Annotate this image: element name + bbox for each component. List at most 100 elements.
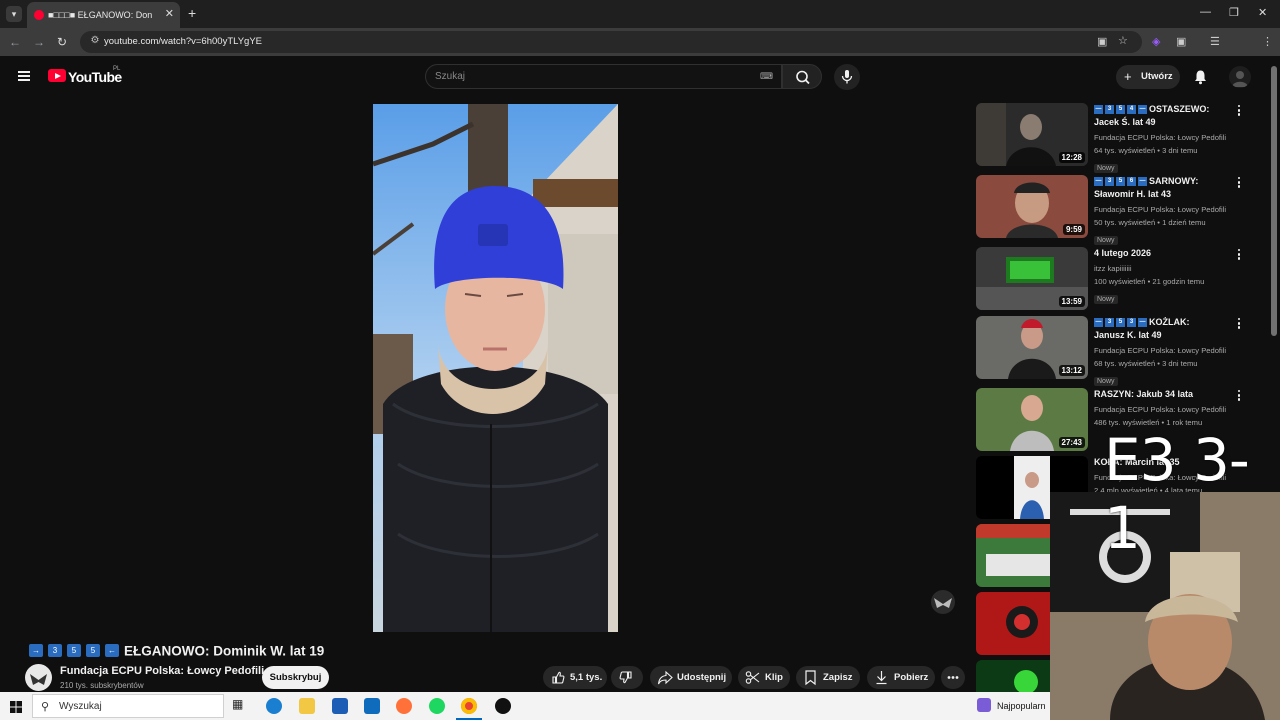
address-bar[interactable]: ⚙ youtube.com/watch?v=6h00yTLYgYE ▣ ☆ xyxy=(80,31,1142,53)
recommendation-channel[interactable]: Fundacja ECPU Polska: Łowcy Pedofili xyxy=(1094,403,1226,416)
taskbar-search-input[interactable]: ⚲ Wyszukaj xyxy=(32,694,224,718)
youtube-favicon-icon xyxy=(34,10,44,20)
youtube-logo-icon[interactable] xyxy=(48,69,66,82)
video-thumbnail[interactable] xyxy=(976,524,1050,587)
reload-icon[interactable]: ↻ xyxy=(57,35,67,49)
page-scrollbar[interactable] xyxy=(1271,66,1277,336)
title-emoji-box: → xyxy=(29,644,43,658)
voice-search-button[interactable] xyxy=(834,64,860,90)
install-app-icon[interactable]: ▣ xyxy=(1097,35,1107,48)
browser-tab-strip: ▾ ■□□□■ EŁGANOWO: Don ✕ + — ❐ ✕ xyxy=(0,0,1280,28)
create-button[interactable]: + Utwórz xyxy=(1116,65,1180,89)
score-overlay-text: E3 3-1 xyxy=(1104,426,1250,562)
video-thumbnail[interactable]: 9:59 xyxy=(976,175,1088,238)
browser-tab-active[interactable]: ■□□□■ EŁGANOWO: Don ✕ xyxy=(27,2,180,28)
dislike-button[interactable] xyxy=(611,666,643,689)
windows-start-icon[interactable] xyxy=(10,700,22,718)
download-button[interactable]: Pobierz xyxy=(867,666,935,689)
keyboard-icon[interactable]: ⌨ xyxy=(760,71,773,82)
video-thumbnail[interactable]: 27:43 xyxy=(976,388,1088,451)
spotify-icon[interactable] xyxy=(429,698,445,714)
channel-name[interactable]: Fundacja ECPU Polska: Łowcy Pedofili xyxy=(60,665,264,677)
tab-search-button[interactable]: ▾ xyxy=(6,6,22,22)
close-window-icon[interactable]: ✕ xyxy=(1258,6,1267,19)
recommendation-channel[interactable]: Fundacja ECPU Polska: Łowcy Pedofili xyxy=(1094,203,1226,216)
more-options-icon[interactable] xyxy=(1236,105,1242,119)
video-thumbnail[interactable]: 13:12 xyxy=(976,316,1088,379)
recommendation-views: 50 tys. wyświetleń • 1 dzień temu xyxy=(1094,218,1206,227)
search-input[interactable]: Szukaj ⌨ xyxy=(425,64,782,89)
like-button[interactable]: 5,1 tys. xyxy=(543,666,607,689)
recommendation-views: 64 tys. wyświetleń • 3 dni temu xyxy=(1094,146,1198,155)
minimize-icon[interactable]: — xyxy=(1200,6,1211,18)
widgets-icon[interactable] xyxy=(977,698,991,712)
recommendation-item[interactable]: 13:59 4 lutego 2026 itzz kapiiiiiii 100 … xyxy=(976,247,1246,311)
recommendation-item[interactable]: 12:28 —3 5 4— OSTASZEWO: Jacek Ś. lat 49 Fu… xyxy=(976,103,1246,173)
channel-avatar[interactable] xyxy=(25,664,52,691)
channel-watermark[interactable] xyxy=(931,590,955,614)
chrome-icon[interactable] xyxy=(461,698,477,714)
recommendation-item[interactable]: 13:12 —3 5 3— KOŻLAK: Janusz K. lat 49 Fund… xyxy=(976,316,1246,386)
recommendation-channel[interactable]: Fundacja ECPU Polska: Łowcy Pedofili xyxy=(1094,131,1226,144)
video-player[interactable] xyxy=(373,104,618,632)
obs-studio-icon[interactable] xyxy=(495,698,511,714)
file-explorer-icon[interactable] xyxy=(299,698,315,714)
more-options-icon[interactable] xyxy=(1236,390,1242,404)
tab-title: ■□□□■ EŁGANOWO: Don xyxy=(48,10,153,20)
restore-icon[interactable]: ❐ xyxy=(1229,6,1239,19)
edge-browser-icon[interactable] xyxy=(266,698,282,714)
microphone-icon xyxy=(841,70,853,84)
subscribe-button[interactable]: Subskrybuj xyxy=(262,666,329,689)
microsoft-store-icon[interactable] xyxy=(332,698,348,714)
video-thumbnail[interactable] xyxy=(976,592,1050,655)
video-thumbnail[interactable]: 12:28 xyxy=(976,103,1088,166)
extension-icon[interactable]: ◈ xyxy=(1152,35,1160,48)
firefox-icon[interactable] xyxy=(396,698,412,714)
recommendation-title[interactable]: 4 lutego 2026 xyxy=(1094,247,1222,260)
region-code: PL xyxy=(113,66,121,72)
outlook-icon[interactable] xyxy=(364,698,380,714)
subscriber-count: 210 tys. subskrybentów xyxy=(60,681,144,690)
new-badge: Nowy xyxy=(1094,377,1118,386)
taskbar-search-icon: ⚲ xyxy=(41,701,50,713)
share-button[interactable]: Udostępnij xyxy=(650,666,732,689)
more-options-icon[interactable] xyxy=(1236,318,1242,332)
windows-taskbar: ⚲ Wyszukaj ▦ Najpopularn xyxy=(0,692,1050,720)
video-thumbnail[interactable] xyxy=(976,660,1050,692)
more-options-icon[interactable] xyxy=(1236,249,1242,263)
more-options-icon[interactable] xyxy=(1236,177,1242,191)
save-button[interactable]: Zapisz xyxy=(796,666,860,689)
recommendation-channel[interactable]: itzz kapiiiiiii xyxy=(1094,262,1222,275)
save-label: Zapisz xyxy=(823,672,853,683)
back-icon[interactable]: ← xyxy=(9,35,21,49)
chrome-menu-icon[interactable]: ⋮ xyxy=(1262,35,1273,48)
recommendation-title[interactable]: RASZYN: Jakub 34 lata xyxy=(1094,388,1222,401)
search-button[interactable] xyxy=(782,64,822,89)
video-thumbnail[interactable]: 13:59 xyxy=(976,247,1088,310)
new-badge: Nowy xyxy=(1094,164,1118,173)
recommendation-channel[interactable]: Fundacja ECPU Polska: Łowcy Pedofili xyxy=(1094,344,1226,357)
taskbar-search-placeholder: Wyszukaj xyxy=(59,701,102,712)
notifications-bell-icon[interactable] xyxy=(1193,69,1208,85)
recommendation-item[interactable]: 9:59 —3 5 6— SARNOWY: Sławomir H. lat 43 Fu… xyxy=(976,175,1246,245)
new-tab-button[interactable]: + xyxy=(188,5,196,21)
clip-button[interactable]: Klip xyxy=(738,666,790,689)
browser-toolbar: ← → ↻ ⚙ youtube.com/watch?v=6h00yTLYgYE … xyxy=(0,28,1280,77)
bookmark-star-icon[interactable]: ☆ xyxy=(1118,34,1128,47)
site-info-icon[interactable]: ⚙ xyxy=(88,35,102,49)
title-emoji-box: 5 xyxy=(67,644,81,658)
task-view-icon[interactable]: ▦ xyxy=(232,697,248,713)
youtube-header: YouTube PL Szukaj ⌨ + Utwórz xyxy=(0,56,1280,98)
menu-icon[interactable] xyxy=(18,71,30,81)
forward-icon[interactable]: → xyxy=(33,35,45,49)
news-widget-text[interactable]: Najpopularn xyxy=(997,701,1046,711)
search-icon xyxy=(796,70,810,85)
recommendation-title: —3 5 6— SARNOWY: Sławomir H. lat 43 xyxy=(1094,176,1199,199)
tab-close-icon[interactable]: ✕ xyxy=(165,7,174,20)
media-controls-icon[interactable]: ☰ xyxy=(1210,35,1220,48)
more-actions-button[interactable] xyxy=(941,666,965,689)
search-placeholder: Szukaj xyxy=(435,71,466,82)
recommendation-title: —3 5 4— OSTASZEWO: Jacek Ś. lat 49 xyxy=(1094,104,1210,127)
extensions-puzzle-icon[interactable]: ▣ xyxy=(1176,35,1186,48)
account-avatar[interactable] xyxy=(1229,66,1251,88)
